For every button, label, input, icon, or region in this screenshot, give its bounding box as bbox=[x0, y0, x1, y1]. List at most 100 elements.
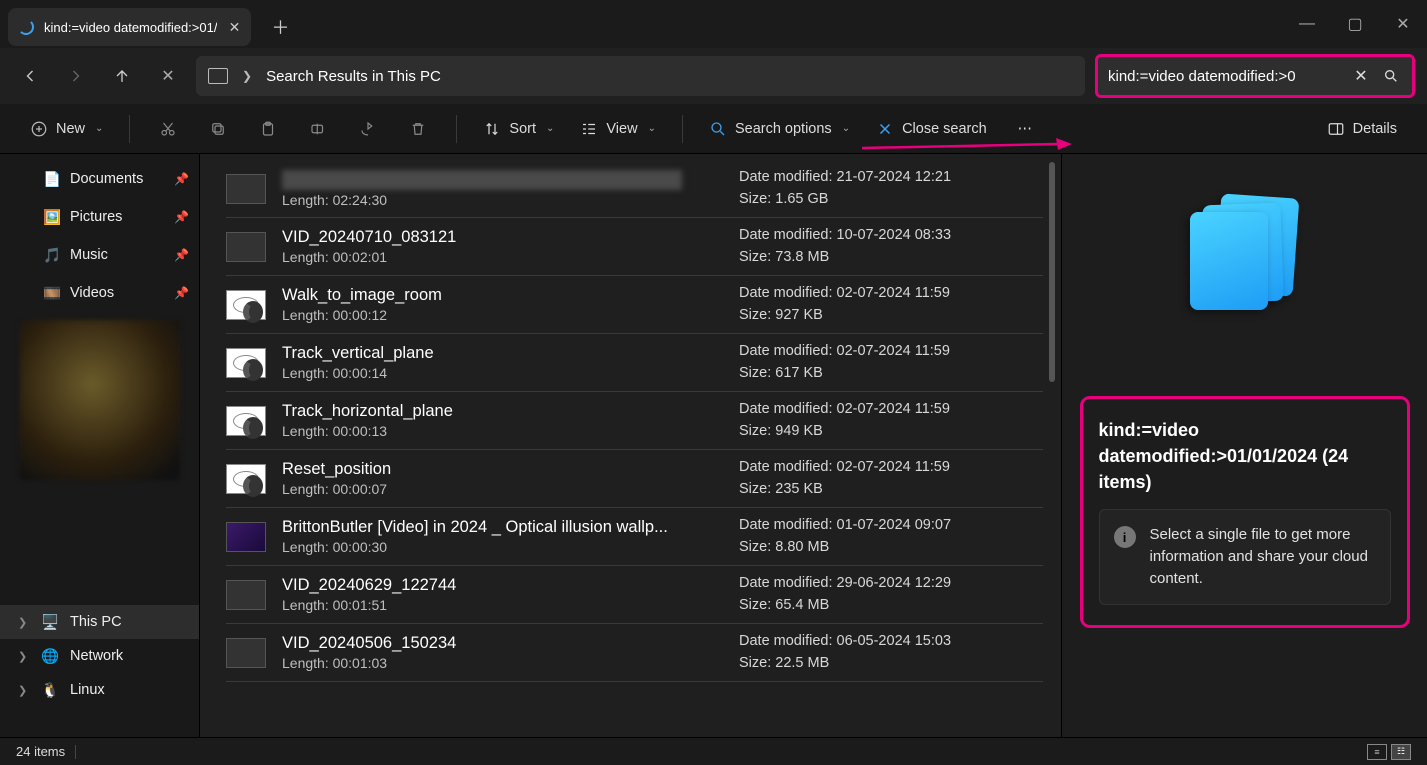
sidebar-item-videos[interactable]: 🎞️ Videos 📌 bbox=[0, 274, 199, 312]
sidebar-tree-label: Network bbox=[70, 648, 123, 664]
navigation-pane: 📄 Documents 📌 🖼️ Pictures 📌 🎵 Music 📌 🎞️… bbox=[0, 154, 200, 737]
back-button[interactable] bbox=[12, 58, 48, 94]
separator bbox=[129, 115, 130, 143]
browser-tab[interactable]: kind:=video datemodified:>01/ ✕ bbox=[8, 8, 251, 46]
file-meta: Date modified: 02-07-2024 11:59Size: 949… bbox=[739, 399, 1039, 441]
view-button[interactable]: View ⌄ bbox=[572, 111, 664, 147]
new-button[interactable]: New ⌄ bbox=[22, 111, 111, 147]
sidebar-item-documents[interactable]: 📄 Documents 📌 bbox=[0, 160, 199, 198]
address-bar[interactable]: ❯ Search Results in This PC bbox=[196, 56, 1085, 96]
file-meta: Date modified: 02-07-2024 11:59Size: 927… bbox=[739, 283, 1039, 325]
copy-button[interactable] bbox=[198, 111, 238, 147]
file-size: Size: 65.4 MB bbox=[739, 595, 1039, 616]
file-size: Size: 235 KB bbox=[739, 479, 1039, 500]
minimize-button[interactable]: ― bbox=[1283, 0, 1331, 48]
sidebar-tree-linux[interactable]: ❯ 🐧 Linux bbox=[0, 673, 199, 707]
file-row[interactable]: Reset_positionLength: 00:00:07Date modif… bbox=[226, 450, 1043, 508]
file-name: Track_horizontal_plane bbox=[282, 402, 702, 421]
search-icon[interactable] bbox=[1380, 65, 1402, 87]
file-row[interactable]: Walk_to_image_room Length: 00:00:12Date m… bbox=[226, 276, 1043, 334]
file-date: Date modified: 02-07-2024 11:59 bbox=[739, 457, 1039, 478]
file-size: Size: 617 KB bbox=[739, 363, 1039, 384]
sidebar-folder-thumb[interactable] bbox=[20, 320, 180, 480]
sort-button[interactable]: Sort ⌄ bbox=[475, 111, 562, 147]
forward-button[interactable] bbox=[58, 58, 94, 94]
file-date: Date modified: 29-06-2024 12:29 bbox=[739, 573, 1039, 594]
search-results-icon bbox=[1190, 196, 1300, 306]
maximize-button[interactable]: ▢ bbox=[1331, 0, 1379, 48]
up-button[interactable] bbox=[104, 58, 140, 94]
file-size: Size: 1.65 GB bbox=[739, 189, 1039, 210]
file-row[interactable]: VID_20240506_150234Length: 00:01:03Date … bbox=[226, 624, 1043, 682]
file-row[interactable]: Length: 02:24:30Date modified: 21-07-202… bbox=[226, 160, 1043, 218]
file-list[interactable]: Length: 02:24:30Date modified: 21-07-202… bbox=[200, 154, 1061, 737]
sidebar-tree-label: Linux bbox=[70, 682, 105, 698]
tab-close-button[interactable]: ✕ bbox=[227, 20, 241, 34]
linux-icon: 🐧 bbox=[40, 680, 60, 700]
file-row[interactable]: Track_vertical_planeLength: 00:00:14Date… bbox=[226, 334, 1043, 392]
sidebar-item-label: Pictures bbox=[70, 209, 122, 225]
sidebar-tree-this-pc[interactable]: ❯ 🖥️ This PC bbox=[0, 605, 199, 639]
file-length: Length: 00:00:14 bbox=[282, 365, 739, 381]
delete-button[interactable] bbox=[398, 111, 438, 147]
view-mode-details-button[interactable]: ☷ bbox=[1391, 744, 1411, 760]
file-meta: Date modified: 06-05-2024 15:03Size: 22.… bbox=[739, 631, 1039, 673]
separator bbox=[682, 115, 683, 143]
search-box[interactable]: ✕ bbox=[1095, 54, 1415, 98]
scrollbar-thumb[interactable] bbox=[1049, 162, 1055, 382]
videos-icon: 🎞️ bbox=[42, 283, 62, 303]
file-text: VID_20240506_150234Length: 00:01:03 bbox=[274, 634, 739, 671]
paste-button[interactable] bbox=[248, 111, 288, 147]
file-meta: Date modified: 21-07-2024 12:21Size: 1.6… bbox=[739, 167, 1039, 209]
file-length: Length: 02:24:30 bbox=[282, 192, 739, 208]
view-mode-list-button[interactable]: ≡ bbox=[1367, 744, 1387, 760]
expand-icon[interactable]: ❯ bbox=[18, 650, 30, 663]
expand-icon[interactable]: ❯ bbox=[18, 616, 30, 629]
annotation-arrow-icon bbox=[862, 138, 1072, 154]
file-meta: Date modified: 29-06-2024 12:29Size: 65.… bbox=[739, 573, 1039, 615]
clear-search-button[interactable]: ✕ bbox=[1350, 65, 1372, 87]
sidebar-tree-network[interactable]: ❯ 🌐 Network bbox=[0, 639, 199, 673]
new-tab-button[interactable]: ＋ bbox=[261, 8, 299, 46]
cut-button[interactable] bbox=[148, 111, 188, 147]
pin-icon: 📌 bbox=[174, 248, 189, 262]
details-pane-toggle[interactable]: Details bbox=[1319, 111, 1405, 147]
sidebar-item-pictures[interactable]: 🖼️ Pictures 📌 bbox=[0, 198, 199, 236]
rename-button[interactable] bbox=[298, 111, 338, 147]
separator bbox=[456, 115, 457, 143]
file-date: Date modified: 02-07-2024 11:59 bbox=[739, 399, 1039, 420]
file-meta: Date modified: 01-07-2024 09:07Size: 8.8… bbox=[739, 515, 1039, 557]
navigation-bar: ✕ ❯ Search Results in This PC ✕ bbox=[0, 48, 1427, 104]
refresh-cancel-button[interactable]: ✕ bbox=[150, 58, 186, 94]
file-length: Length: 00:00:12 bbox=[282, 307, 739, 323]
expand-icon[interactable]: ❯ bbox=[18, 684, 30, 697]
pin-icon: 📌 bbox=[174, 286, 189, 300]
file-size: Size: 927 KB bbox=[739, 305, 1039, 326]
close-window-button[interactable]: ✕ bbox=[1379, 0, 1427, 48]
details-hint-text: Select a single file to get more informa… bbox=[1150, 524, 1376, 589]
chevron-down-icon: ⌄ bbox=[648, 123, 656, 134]
file-row[interactable]: VID_20240629_122744Length: 00:01:51Date … bbox=[226, 566, 1043, 624]
file-row[interactable]: BrittonButler [Video] in 2024 _ Optical … bbox=[226, 508, 1043, 566]
file-thumbnail bbox=[226, 522, 266, 552]
search-input[interactable] bbox=[1108, 68, 1342, 85]
details-pane: kind:=video datemodified:>01/01/2024 (24… bbox=[1061, 154, 1427, 737]
file-name: Walk_to_image_room bbox=[282, 286, 702, 305]
file-date: Date modified: 01-07-2024 09:07 bbox=[739, 515, 1039, 536]
file-length: Length: 00:01:51 bbox=[282, 597, 739, 613]
music-icon: 🎵 bbox=[42, 245, 62, 265]
documents-icon: 📄 bbox=[42, 169, 62, 189]
file-text: Length: 02:24:30 bbox=[274, 170, 739, 208]
new-label: New bbox=[56, 121, 85, 137]
pictures-icon: 🖼️ bbox=[42, 207, 62, 227]
chevron-right-icon: ❯ bbox=[242, 69, 252, 83]
file-row[interactable]: VID_20240710_083121Length: 00:02:01Date … bbox=[226, 218, 1043, 276]
search-options-button[interactable]: Search options ⌄ bbox=[701, 111, 858, 147]
file-text: Track_horizontal_planeLength: 00:00:13 bbox=[274, 402, 739, 439]
share-button[interactable] bbox=[348, 111, 388, 147]
chevron-down-icon: ⌄ bbox=[842, 123, 850, 134]
file-size: Size: 22.5 MB bbox=[739, 653, 1039, 674]
sidebar-item-music[interactable]: 🎵 Music 📌 bbox=[0, 236, 199, 274]
file-row[interactable]: Track_horizontal_planeLength: 00:00:13Da… bbox=[226, 392, 1043, 450]
file-name: Reset_position bbox=[282, 460, 702, 479]
